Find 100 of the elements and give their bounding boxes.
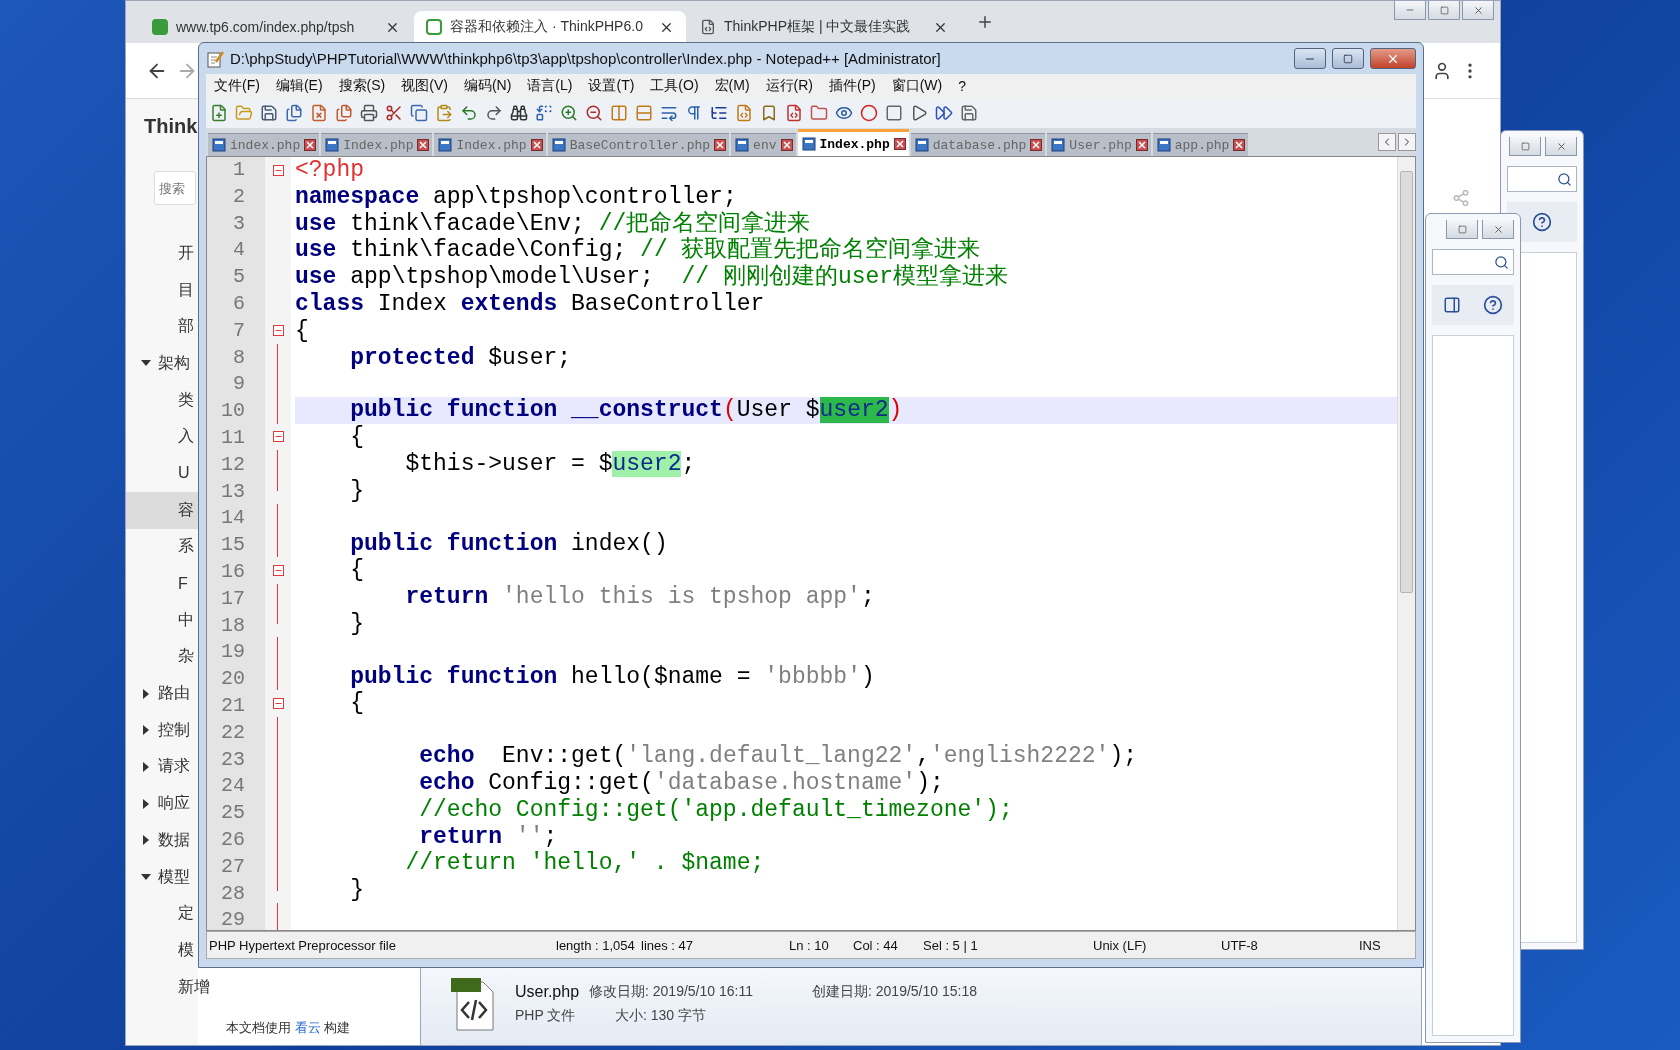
menu-item[interactable]: 设置(T) bbox=[582, 76, 641, 96]
rows-icon[interactable] bbox=[635, 104, 653, 122]
copy-icon[interactable] bbox=[410, 104, 428, 122]
sidebar-item[interactable]: 杂 bbox=[126, 638, 198, 676]
sidebar-item[interactable]: 入 bbox=[126, 418, 198, 456]
menu-item[interactable]: 语言(L) bbox=[521, 76, 579, 96]
browser-tab[interactable]: 容器和依赖注入 · ThinkPHP6.0 bbox=[414, 11, 686, 43]
maximize-button[interactable] bbox=[1509, 137, 1541, 156]
close-button[interactable] bbox=[1482, 220, 1514, 239]
menu-item[interactable]: 宏(M) bbox=[708, 76, 756, 96]
close-icon[interactable] bbox=[893, 138, 906, 150]
zoom-out-icon[interactable] bbox=[585, 104, 603, 122]
save-icon[interactable] bbox=[260, 104, 278, 122]
scrollbar[interactable] bbox=[1397, 157, 1415, 930]
close-button[interactable] bbox=[1462, 1, 1494, 20]
scrollbar-thumb[interactable] bbox=[1400, 171, 1413, 593]
sidebar-item[interactable]: 响应 bbox=[126, 785, 198, 822]
help-icon[interactable] bbox=[1483, 295, 1503, 315]
undo-icon[interactable] bbox=[460, 104, 478, 122]
sidebar-item[interactable]: U bbox=[126, 455, 198, 492]
menu-item[interactable]: 工具(O) bbox=[644, 76, 705, 96]
close-icon[interactable] bbox=[780, 139, 793, 151]
sidebar-item[interactable]: F bbox=[126, 565, 198, 602]
sidebar-item[interactable]: 架构 bbox=[126, 345, 198, 382]
close-icon[interactable] bbox=[714, 139, 727, 151]
sidebar-item[interactable]: 类 bbox=[126, 381, 198, 419]
printer-icon[interactable] bbox=[360, 104, 378, 122]
sidebar-item[interactable]: 模 bbox=[126, 932, 198, 969]
close-icon[interactable] bbox=[530, 139, 543, 151]
stop-icon[interactable] bbox=[885, 104, 903, 122]
fold-toggle-icon[interactable] bbox=[272, 324, 284, 336]
footer-link[interactable]: 看云 bbox=[294, 1020, 321, 1035]
scroll-right-button[interactable] bbox=[1398, 133, 1416, 151]
minimize-button[interactable] bbox=[1294, 48, 1326, 69]
menu-item[interactable]: 搜索(S) bbox=[332, 76, 392, 96]
sidebar-item[interactable]: 开 bbox=[126, 235, 198, 272]
sidebar-item[interactable]: 系 bbox=[126, 528, 198, 566]
close-button[interactable] bbox=[1545, 137, 1577, 156]
fast-forward-icon[interactable] bbox=[935, 104, 953, 122]
play-icon[interactable] bbox=[910, 104, 928, 122]
sidebar-item[interactable]: 控制 bbox=[126, 711, 198, 749]
menu-item[interactable]: 编码(N) bbox=[457, 76, 518, 96]
sidebar-item[interactable]: 请求 bbox=[126, 748, 198, 786]
menu-item[interactable]: 插件(P) bbox=[823, 76, 882, 96]
sidebar-item[interactable]: 定 bbox=[126, 895, 198, 933]
maximize-button[interactable] bbox=[1428, 1, 1460, 20]
scissors-icon[interactable] bbox=[385, 104, 403, 122]
new-tab-icon[interactable] bbox=[976, 13, 994, 31]
zoom-in-icon[interactable] bbox=[560, 104, 578, 122]
maximize-button[interactable] bbox=[1332, 48, 1364, 69]
close-button[interactable] bbox=[1370, 48, 1416, 69]
pilcrow-icon[interactable] bbox=[685, 104, 703, 122]
sidebar-item[interactable]: 路由 bbox=[126, 675, 198, 712]
browser-tab[interactable]: www.tp6.com/index.php/tpsh bbox=[140, 11, 412, 43]
close-icon[interactable] bbox=[1030, 139, 1043, 151]
help-icon[interactable] bbox=[1532, 212, 1552, 232]
search-field[interactable]: 搜索 bbox=[154, 171, 196, 205]
preview-pane-icon[interactable] bbox=[1443, 296, 1461, 314]
clipboard-icon[interactable] bbox=[435, 104, 453, 122]
bookmark-icon[interactable] bbox=[760, 104, 778, 122]
minimize-button[interactable] bbox=[1394, 1, 1426, 20]
binoculars-icon[interactable] bbox=[510, 104, 528, 122]
menu-item[interactable]: 编辑(E) bbox=[269, 76, 329, 96]
wrap-text-icon[interactable] bbox=[660, 104, 678, 122]
browser-tab[interactable]: ThinkPHP框架 | 中文最佳实践 bbox=[688, 11, 960, 43]
file-code-icon[interactable] bbox=[735, 104, 753, 122]
columns-icon[interactable] bbox=[610, 104, 628, 122]
fold-toggle-icon[interactable] bbox=[272, 697, 284, 709]
file-tab[interactable]: Index.php bbox=[797, 129, 909, 156]
maximize-button[interactable] bbox=[1446, 220, 1478, 239]
eye-icon[interactable] bbox=[835, 104, 853, 122]
account-icon[interactable] bbox=[1432, 60, 1452, 81]
replace-icon[interactable] bbox=[535, 104, 553, 122]
record-icon[interactable] bbox=[860, 104, 878, 122]
search-field[interactable] bbox=[1432, 249, 1514, 275]
close-icon[interactable] bbox=[304, 139, 317, 151]
file-code-icon[interactable] bbox=[785, 104, 803, 122]
new-file-icon[interactable] bbox=[210, 104, 228, 122]
files-icon[interactable] bbox=[285, 104, 303, 122]
sidebar-item[interactable]: 容 bbox=[126, 491, 198, 529]
fold-toggle-icon[interactable] bbox=[272, 164, 284, 176]
fold-toggle-icon[interactable] bbox=[272, 564, 284, 576]
menu-item[interactable]: 文件(F) bbox=[208, 76, 266, 96]
close-icon[interactable] bbox=[417, 139, 430, 151]
sidebar-item[interactable]: 新增 bbox=[126, 968, 210, 1006]
close-icon[interactable] bbox=[1135, 139, 1148, 151]
fold-toggle-icon[interactable] bbox=[272, 431, 284, 443]
sidebar-item[interactable]: 数据 bbox=[126, 822, 198, 859]
sidebar-item[interactable]: 目 bbox=[126, 271, 198, 309]
file-x-icon[interactable] bbox=[310, 104, 328, 122]
search-field[interactable] bbox=[1507, 166, 1577, 192]
sidebar-item[interactable]: 模型 bbox=[126, 858, 198, 896]
menu-item[interactable]: 视图(V) bbox=[395, 76, 454, 96]
menu-item[interactable]: 运行(R) bbox=[759, 76, 819, 96]
sidebar-item[interactable]: 中 bbox=[126, 601, 198, 639]
files-icon[interactable] bbox=[335, 104, 353, 122]
scroll-left-button[interactable] bbox=[1378, 133, 1396, 151]
menu-item[interactable]: 窗口(W) bbox=[885, 76, 949, 96]
menu-item[interactable]: ? bbox=[952, 77, 973, 95]
close-icon[interactable] bbox=[1233, 139, 1246, 151]
